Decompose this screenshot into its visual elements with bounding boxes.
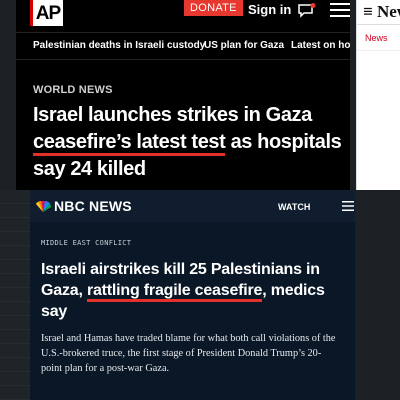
- section-label[interactable]: WORLD NEWS: [33, 84, 113, 96]
- sign-in-link[interactable]: Sign in: [248, 2, 291, 17]
- menu-icon[interactable]: [330, 3, 350, 17]
- headline-part1: Israel launches strikes in Gaza: [33, 104, 312, 126]
- nav-item-latest[interactable]: Latest on ho: [291, 40, 350, 51]
- nbc-article-panel: NBC NEWS WATCH MIDDLE EAST CONFLICT Isra…: [30, 190, 355, 400]
- ap-logo[interactable]: AP: [30, 0, 63, 26]
- nbc-news-logo[interactable]: NBC NEWS: [54, 198, 132, 214]
- nbc-header: NBC NEWS WATCH: [30, 190, 355, 222]
- chat-icon[interactable]: [298, 3, 316, 19]
- newsweek-panel: ≡ New News: [356, 0, 400, 190]
- nav-item-us-plan[interactable]: US plan for Gaza: [204, 40, 284, 51]
- ap-article-panel: AP DONATE Sign in Palestinian deaths in …: [16, 0, 350, 190]
- peacock-icon[interactable]: [35, 201, 51, 212]
- divider: [357, 50, 400, 51]
- section-label[interactable]: MIDDLE EAST CONFLICT: [41, 239, 131, 247]
- ap-headline: Israel launches strikes in Gaza ceasefir…: [33, 102, 349, 183]
- newsweek-logo-text: New: [376, 2, 400, 21]
- watch-link[interactable]: WATCH: [278, 202, 310, 212]
- newsweek-logo[interactable]: ≡ New: [363, 2, 400, 22]
- headline-underlined: rattling fragile ceasefire: [86, 282, 262, 302]
- headline-underlined: ceasefire’s latest test: [33, 131, 226, 156]
- nbc-headline: Israeli airstrikes kill 25 Palestinians …: [41, 259, 343, 322]
- nav-item-palestinian-deaths[interactable]: Palestinian deaths in Israeli custody: [33, 40, 205, 51]
- ap-header: AP DONATE Sign in: [16, 0, 350, 30]
- ap-topic-nav: Palestinian deaths in Israeli custody US…: [16, 32, 350, 60]
- background-strip: [0, 190, 30, 400]
- article-summary: Israel and Hamas have traded blame for w…: [41, 333, 336, 374]
- news-tag[interactable]: News: [365, 33, 388, 43]
- nbc-menu-icon[interactable]: [342, 200, 354, 212]
- donate-button[interactable]: DONATE: [184, 0, 243, 16]
- divider: [357, 24, 400, 25]
